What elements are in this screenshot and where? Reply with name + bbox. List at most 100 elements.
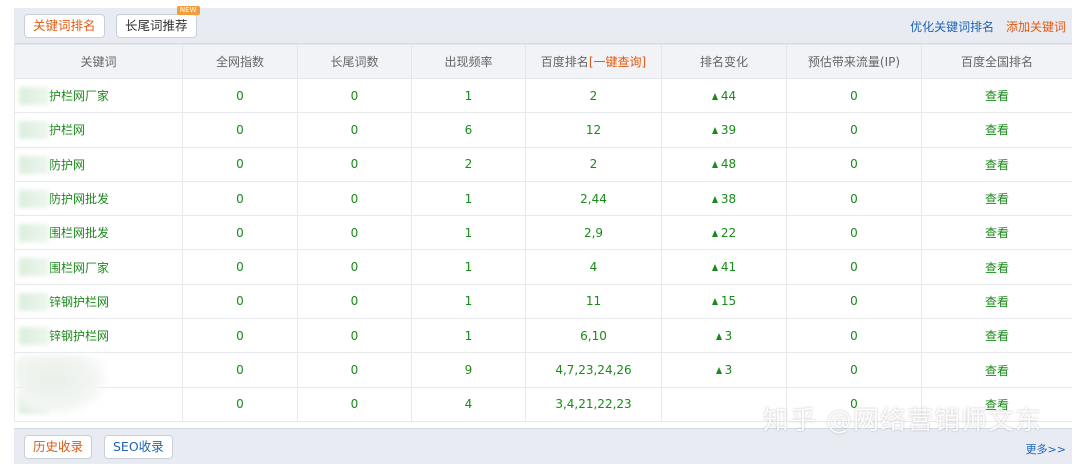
blurred-keyword-prefix bbox=[19, 224, 49, 243]
rank-change-cell: 41 bbox=[661, 249, 787, 285]
frequency-cell: 1 bbox=[411, 180, 526, 217]
table-row: 锌钢护栏网 0 0 1 6,10 3 0 查看 bbox=[14, 318, 1072, 354]
baidu-rank-cell[interactable]: 2 bbox=[525, 77, 662, 114]
table-row: 围栏网厂家 0 0 1 4 41 0 查看 bbox=[14, 249, 1072, 285]
keyword-text: 锌钢护栏网 bbox=[49, 329, 110, 344]
col-traffic: 预估带来流量(IP) bbox=[786, 44, 922, 79]
tab-longtail-label: 长尾词推荐 bbox=[125, 18, 188, 33]
table-header-row: 关键词 全网指数 长尾词数 出现频率 百度排名[一键查询] 排名变化 预估带来流… bbox=[14, 44, 1072, 79]
baidu-rank-cell[interactable]: 6,10 bbox=[525, 318, 662, 354]
tab-longtail-recommend[interactable]: 长尾词推荐 NEW bbox=[116, 6, 200, 38]
rank-change-value: 39 bbox=[720, 122, 737, 137]
rank-change-cell: 44 bbox=[661, 77, 787, 114]
view-national-rank-link[interactable]: 查看 bbox=[921, 180, 1072, 217]
view-national-rank-link[interactable]: 查看 bbox=[921, 318, 1072, 354]
traffic-cell: 0 bbox=[786, 112, 922, 148]
keyword-text: 防护网批发 bbox=[49, 192, 110, 207]
table-row: 锌钢护栏网 0 0 1 11 15 0 查看 bbox=[14, 283, 1072, 320]
rank-change-cell: 48 bbox=[661, 146, 787, 182]
top-toolbar: 关键词排名 长尾词推荐 NEW 优化关键词排名 添加关键词 bbox=[14, 6, 1072, 44]
traffic-cell: 0 bbox=[786, 180, 922, 217]
rank-change-cell: 15 bbox=[661, 283, 787, 320]
rank-change-value: 22 bbox=[720, 225, 737, 240]
table-row: 防护网 0 0 2 2 48 0 查看 bbox=[14, 146, 1072, 182]
tab-history-index[interactable]: 历史收录 bbox=[24, 435, 93, 459]
longtail-cell: 0 bbox=[297, 180, 412, 217]
frequency-cell: 4 bbox=[411, 386, 526, 422]
traffic-cell: 0 bbox=[786, 77, 922, 114]
add-keyword-link[interactable]: 添加关键词 bbox=[1006, 20, 1066, 34]
baidu-rank-cell[interactable]: 3,4,21,22,23 bbox=[525, 386, 662, 422]
traffic-cell: 0 bbox=[786, 352, 922, 388]
one-click-query-link[interactable]: [一键查询] bbox=[589, 55, 646, 69]
col-keyword: 关键词 bbox=[14, 44, 183, 79]
frequency-cell: 1 bbox=[411, 77, 526, 114]
keyword-cell: 防护网 bbox=[14, 146, 183, 182]
view-national-rank-link[interactable]: 查看 bbox=[921, 249, 1072, 285]
tab-seo-index[interactable]: SEO收录 bbox=[104, 435, 173, 459]
baidu-rank-cell[interactable]: 2 bbox=[525, 146, 662, 182]
index-cell: 0 bbox=[182, 146, 298, 182]
traffic-cell: 0 bbox=[786, 146, 922, 182]
blurred-mask bbox=[18, 355, 108, 415]
traffic-cell: 0 bbox=[786, 318, 922, 354]
table-row: 护栏网厂家 0 0 1 2 44 0 查看 bbox=[14, 77, 1072, 114]
blurred-keyword-prefix bbox=[19, 258, 49, 277]
table-row: 护栏网 0 0 6 12 39 0 查看 bbox=[14, 112, 1072, 148]
col-frequency: 出现频率 bbox=[411, 44, 526, 79]
keyword-cell: 护栏网 bbox=[14, 112, 183, 148]
frequency-cell: 1 bbox=[411, 215, 526, 251]
baidu-rank-cell[interactable]: 2,9 bbox=[525, 215, 662, 251]
view-national-rank-link[interactable]: 查看 bbox=[921, 112, 1072, 148]
keyword-text: 锌钢护栏网 bbox=[49, 294, 110, 309]
view-national-rank-link[interactable]: 查看 bbox=[921, 77, 1072, 114]
watermark-text: 知乎 @网络营销师文东 bbox=[762, 406, 1042, 436]
traffic-cell: 0 bbox=[786, 215, 922, 251]
col-baidu-rank: 百度排名[一键查询] bbox=[525, 44, 662, 79]
view-national-rank-link[interactable]: 查看 bbox=[921, 215, 1072, 251]
arrow-up-icon bbox=[711, 229, 718, 237]
rank-change-cell: 39 bbox=[661, 112, 787, 148]
index-cell: 0 bbox=[182, 215, 298, 251]
arrow-up-icon bbox=[711, 195, 718, 203]
baidu-rank-cell[interactable]: 4 bbox=[525, 249, 662, 285]
index-cell: 0 bbox=[182, 318, 298, 354]
index-cell: 0 bbox=[182, 77, 298, 114]
arrow-up-icon bbox=[715, 332, 722, 340]
rank-change-cell: 22 bbox=[661, 215, 787, 251]
col-rank-change: 排名变化 bbox=[661, 44, 787, 79]
traffic-cell: 0 bbox=[786, 249, 922, 285]
view-national-rank-link[interactable]: 查看 bbox=[921, 283, 1072, 320]
baidu-rank-cell[interactable]: 2,44 bbox=[525, 180, 662, 217]
keyword-cell: 防护网批发 bbox=[14, 180, 183, 217]
new-badge: NEW bbox=[176, 6, 200, 15]
keyword-text: 护栏网厂家 bbox=[49, 89, 110, 104]
frequency-cell: 1 bbox=[411, 283, 526, 320]
keyword-text: 围栏网厂家 bbox=[49, 260, 110, 275]
tab-keyword-ranking[interactable]: 关键词排名 bbox=[24, 14, 105, 38]
keyword-text: 围栏网批发 bbox=[49, 226, 110, 241]
baidu-rank-cell[interactable]: 11 bbox=[525, 283, 662, 320]
keyword-text: 防护网 bbox=[49, 157, 86, 172]
rank-change-value: 41 bbox=[720, 260, 737, 275]
index-cell: 0 bbox=[182, 249, 298, 285]
arrow-up-icon bbox=[711, 126, 718, 134]
longtail-cell: 0 bbox=[297, 112, 412, 148]
frequency-cell: 1 bbox=[411, 318, 526, 354]
keyword-cell: 锌钢护栏网 bbox=[14, 283, 183, 320]
view-national-rank-link[interactable]: 查看 bbox=[921, 352, 1072, 388]
index-cell: 0 bbox=[182, 112, 298, 148]
longtail-cell: 0 bbox=[297, 146, 412, 182]
optimize-keyword-link[interactable]: 优化关键词排名 bbox=[910, 20, 994, 34]
more-link[interactable]: 更多>> bbox=[1026, 441, 1066, 457]
col-index: 全网指数 bbox=[182, 44, 298, 79]
frequency-cell: 1 bbox=[411, 249, 526, 285]
keyword-cell: 围栏网厂家 bbox=[14, 249, 183, 285]
table-row: 围栏网批发 0 0 1 2,9 22 0 查看 bbox=[14, 215, 1072, 251]
longtail-cell: 0 bbox=[297, 215, 412, 251]
baidu-rank-cell[interactable]: 12 bbox=[525, 112, 662, 148]
index-cell: 0 bbox=[182, 283, 298, 320]
baidu-rank-cell[interactable]: 4,7,23,24,26 bbox=[525, 352, 662, 388]
frequency-cell: 9 bbox=[411, 352, 526, 388]
view-national-rank-link[interactable]: 查看 bbox=[921, 146, 1072, 182]
